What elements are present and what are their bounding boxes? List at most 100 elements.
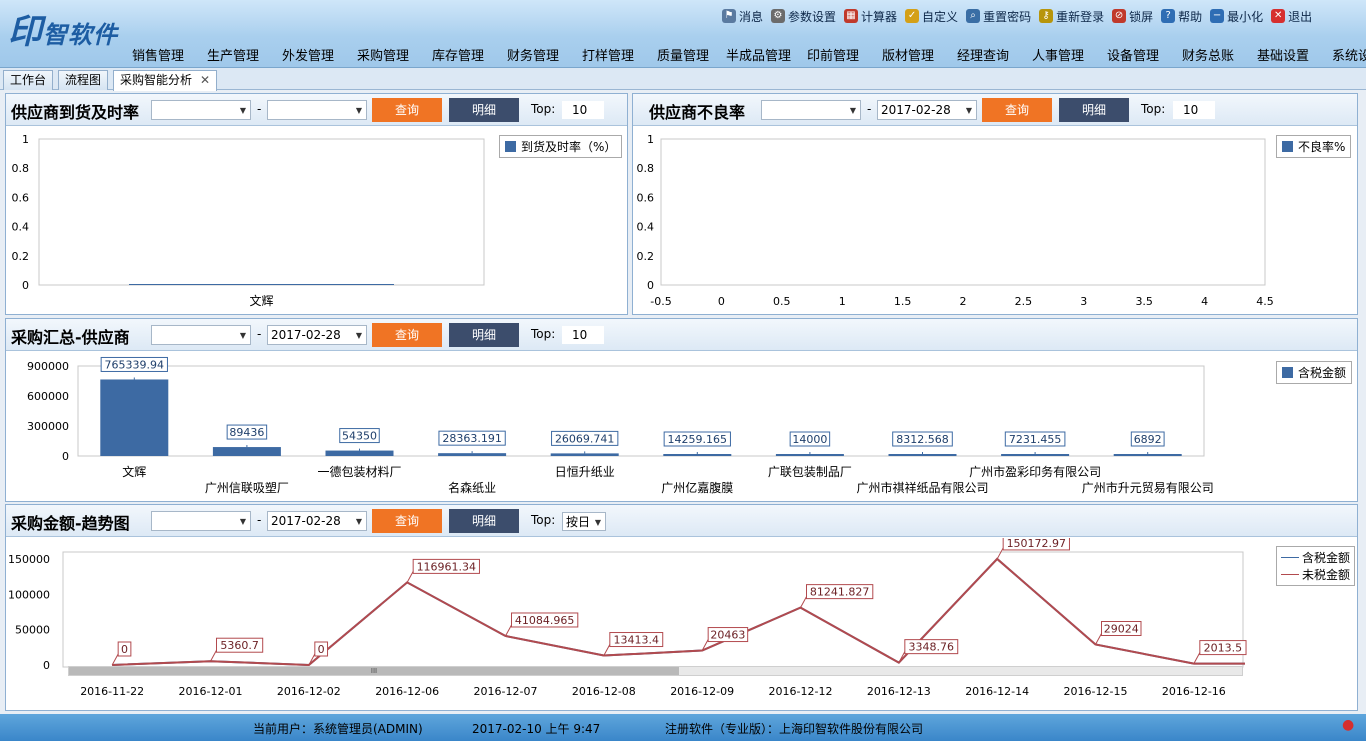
toplink-checklist[interactable]: ✓ 自定义: [905, 6, 958, 26]
menu-item[interactable]: 系统设: [1332, 45, 1366, 64]
bar: [775, 454, 844, 456]
x-tick-label: 3: [1080, 295, 1087, 308]
date-from-select[interactable]: ▼: [151, 100, 251, 120]
y-tick-label: 600000: [27, 390, 69, 403]
date-from-select[interactable]: ▼: [761, 100, 861, 120]
query-button[interactable]: 查询: [982, 98, 1052, 122]
date-to-value: 2017-02-28: [881, 103, 951, 117]
legend-label: 到货及时率（%）: [521, 140, 617, 154]
detail-button[interactable]: 明细: [449, 509, 519, 533]
flag-icon: ⚑: [722, 9, 736, 23]
date-to-select[interactable]: 2017-02-28 ▼: [267, 511, 367, 531]
menu-item[interactable]: 设备管理: [1107, 45, 1159, 64]
panel-purchase-trend: 采购金额-趋势图 ▼ - 2017-02-28 ▼ 查询 明细 Top: 按日 ▼ …: [5, 504, 1358, 711]
data-label: 116961.34: [417, 560, 477, 573]
chevron-down-icon: ▼: [594, 518, 601, 527]
menu-item[interactable]: 半成品管理: [726, 45, 791, 64]
date-to-select[interactable]: 2017-02-28 ▼: [267, 325, 367, 345]
toplink-gear[interactable]: ⚙ 参数设置: [771, 6, 836, 26]
toplink-calculator[interactable]: ▦ 计算器: [844, 6, 897, 26]
detail-button[interactable]: 明细: [449, 323, 519, 347]
date-to-select[interactable]: 2017-02-28 ▼: [877, 100, 977, 120]
period-select[interactable]: 按日 ▼: [562, 512, 606, 531]
tab-label: 工作台: [10, 73, 47, 87]
date-to-value: 2017-02-28: [271, 328, 341, 342]
query-button[interactable]: 查询: [372, 509, 442, 533]
toplink-close[interactable]: ✕ 退出: [1271, 6, 1312, 26]
menu-item[interactable]: 人事管理: [1032, 45, 1084, 64]
toplink-label: 计算器: [861, 9, 898, 24]
toplink-label: 自定义: [922, 9, 959, 24]
top-count-input[interactable]: 10: [562, 101, 604, 119]
menu-item[interactable]: 库存管理: [432, 45, 484, 64]
x-tick-label: 0: [718, 295, 725, 308]
main-menu: 销售管理 生产管理 外发管理 采购管理 库存管理 财务管理 打样管理 质量管理 半成品管理 印前管…: [0, 45, 1366, 65]
query-button[interactable]: 查询: [372, 323, 442, 347]
date-from-select[interactable]: ▼: [151, 325, 251, 345]
datetime: 2017-02-10 上午 9:47: [472, 722, 601, 736]
data-label: 29024: [1104, 623, 1139, 636]
horizontal-scrollbar[interactable]: III: [68, 666, 1243, 676]
detail-button[interactable]: 明细: [1059, 98, 1129, 122]
query-button[interactable]: 查询: [372, 98, 442, 122]
top-count-input[interactable]: 10: [562, 326, 604, 344]
tab-purchase-analysis[interactable]: 采购智能分析 ✕: [113, 70, 218, 91]
x-tick-label: 2016-12-14: [965, 685, 1029, 698]
detail-button[interactable]: 明细: [449, 98, 519, 122]
menu-item[interactable]: 质量管理: [657, 45, 709, 64]
date-from-select[interactable]: ▼: [151, 511, 251, 531]
x-tick-label: 文辉: [249, 293, 273, 308]
toplink-magnifier[interactable]: ⌕ 重置密码: [966, 6, 1031, 26]
chevron-down-icon: ▼: [239, 517, 246, 526]
y-tick-label: 0.2: [12, 250, 30, 263]
tab-workbench[interactable]: 工作台: [3, 70, 54, 90]
x-tick-label: 2016-12-06: [375, 685, 439, 698]
x-tick-label: 广州市盈彩印务有限公司: [969, 464, 1101, 479]
key-icon: ⚷: [1039, 9, 1054, 23]
y-tick-label: 0.6: [12, 191, 30, 204]
menu-item[interactable]: 印前管理: [807, 45, 859, 64]
legend-swatch: [1281, 574, 1299, 575]
toplink-lock[interactable]: ⊘ 锁屏: [1112, 6, 1153, 26]
close-tab-icon[interactable]: ✕: [200, 73, 210, 87]
toplink-key[interactable]: ⚷ 重新登录: [1039, 6, 1104, 26]
chart-legend: 含税金额: [1276, 361, 1353, 384]
x-tick-label: 2016-12-15: [1064, 685, 1128, 698]
menu-item[interactable]: 财务总账: [1182, 45, 1234, 64]
menu-item[interactable]: 销售管理: [132, 45, 184, 64]
y-tick-label: 0.4: [12, 221, 30, 234]
x-tick-label: 广州亿嘉腹膜: [661, 480, 733, 495]
x-tick-label: 3.5: [1135, 295, 1153, 308]
data-label: 6892: [1134, 433, 1162, 446]
top-label: Top:: [531, 327, 556, 341]
menu-item[interactable]: 经理查询: [957, 45, 1009, 64]
toplink-help[interactable]: ? 帮助: [1161, 6, 1202, 26]
top-label: Top:: [531, 513, 556, 527]
x-tick-label: 4: [1201, 295, 1208, 308]
registration-info: 注册软件（专业版）：上海印智软件股份有限公司: [665, 722, 924, 736]
chevron-down-icon: ▼: [239, 331, 246, 340]
bar: [1113, 454, 1182, 456]
menu-item[interactable]: 基础设置: [1257, 45, 1309, 64]
x-tick-label: 1: [839, 295, 846, 308]
menu-item[interactable]: 打样管理: [582, 45, 634, 64]
menu-item[interactable]: 版材管理: [882, 45, 934, 64]
toplink-minimize[interactable]: − 最小化: [1210, 6, 1263, 26]
panel-defect-rate: 供应商不良率 ▼ - 2017-02-28 ▼ 查询 明细 Top: 10 0 0.…: [632, 93, 1358, 315]
chevron-down-icon: ▼: [965, 106, 972, 115]
date-to-select[interactable]: ▼: [267, 100, 367, 120]
date-separator: -: [257, 327, 262, 341]
menu-item[interactable]: 采购管理: [357, 45, 409, 64]
panel-title: 供应商不良率: [649, 103, 746, 122]
data-label: 54350: [342, 430, 377, 443]
toplink-flag[interactable]: ⚑ 消息: [722, 6, 763, 26]
gear-icon: ⚙: [771, 9, 786, 23]
menu-item[interactable]: 生产管理: [207, 45, 259, 64]
top-count-input[interactable]: 10: [1173, 101, 1215, 119]
tab-flowchart[interactable]: 流程图: [58, 70, 109, 90]
menu-item[interactable]: 外发管理: [282, 45, 334, 64]
menu-item[interactable]: 财务管理: [507, 45, 559, 64]
data-label: 0: [121, 643, 128, 656]
scrollbar-thumb[interactable]: III: [69, 667, 679, 675]
panel-title: 供应商到货及时率: [11, 103, 140, 122]
